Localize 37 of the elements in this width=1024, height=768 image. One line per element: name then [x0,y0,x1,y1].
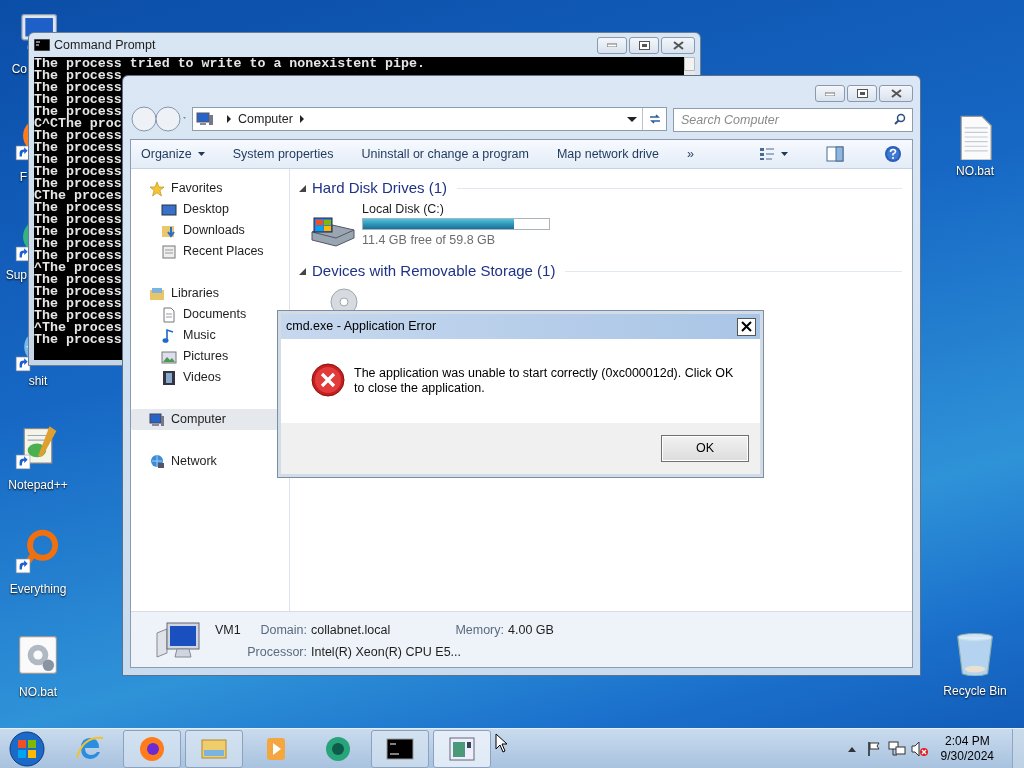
console-line: The process [34,310,122,322]
field-value: Intel(R) Xeon(R) CPU E5... [311,643,463,661]
console-line: The process [34,250,122,262]
console-line: The process [34,154,122,166]
console-line: The process [34,202,122,214]
console-line: The process tried to write to a nonexistent pipe. [34,58,425,70]
console-line: The process [34,238,122,250]
console-line: ^The proces [34,262,122,274]
field-label: Processor: [246,643,307,661]
console-line: The process [34,106,122,118]
console-line: The process [34,286,122,298]
console-line: The process [34,274,122,286]
computer-name: VM1 [215,622,242,639]
dialog-title: cmd.exe - Application Error [286,318,438,336]
console-line: CThe proces [34,190,122,202]
console-line: The process [34,334,122,346]
console-line: The process [34,214,122,226]
free-space-text: 11.4 GB free of 59.8 GB [362,232,497,248]
window-title: Command Prompt [54,36,157,54]
field-value: collabnet.local [311,622,392,639]
console-line: The process [34,298,122,310]
console-line: The process [34,166,122,178]
clock-time: 2:04 PM [944,733,990,749]
field-value: 4.00 GB [508,622,554,639]
console-line: The process [34,142,122,154]
field-label: Memory: [454,622,504,639]
console-line: The process [34,130,122,142]
field-label: Domain: [259,622,307,639]
console-line: The process [34,226,122,238]
clock-date: 9/30/2024 [940,748,994,764]
console-line: ^The proces [34,322,122,334]
console-line: The process [34,70,122,82]
console-line: The process [34,94,122,106]
error-message: The application was unable to start correctly (0xc000012d). Click OK to close the application. [354,366,735,396]
console-line: C^CThe proc [34,118,122,130]
console-line: The process [34,178,122,190]
console-line: The process [34,82,122,94]
